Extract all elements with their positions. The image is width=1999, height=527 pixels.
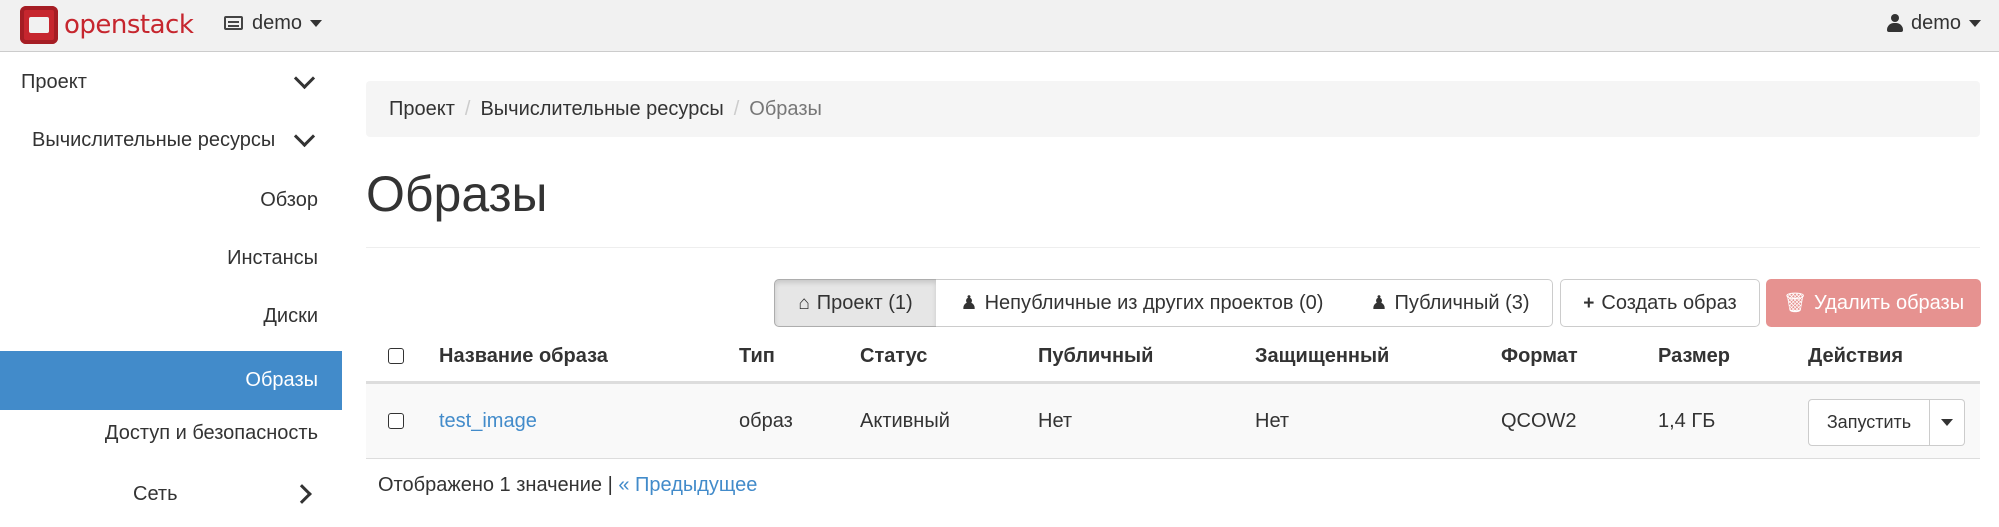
column-header-size[interactable]: Размер <box>1658 331 1730 381</box>
plus-icon: + <box>1583 292 1595 314</box>
sidebar-item-images[interactable]: Образы <box>0 351 342 410</box>
sidebar-item-volumes[interactable]: Диски <box>0 287 342 345</box>
user-icon <box>1886 14 1903 32</box>
project-selector[interactable]: demo <box>224 0 323 46</box>
filter-project-button[interactable]: ⌂ Проект (1) <box>774 279 937 327</box>
breadcrumb-compute[interactable]: Вычислительные ресурсы <box>480 98 723 121</box>
column-header-status[interactable]: Статус <box>860 331 927 381</box>
sidebar-item-overview[interactable]: Обзор <box>0 171 342 229</box>
sidebar-item-network[interactable]: Сеть <box>0 465 342 523</box>
openstack-logo[interactable]: openstack <box>20 4 194 46</box>
user-menu[interactable]: demo <box>1886 0 1981 46</box>
filter-public-button[interactable]: ♟ Публичный (3) <box>1348 279 1553 327</box>
breadcrumb-project[interactable]: Проект <box>389 98 455 121</box>
home-icon: ⌂ <box>798 292 810 314</box>
column-header-format[interactable]: Формат <box>1501 331 1578 381</box>
chevron-down-icon <box>310 19 323 27</box>
user-name: demo <box>1910 11 1961 34</box>
filter-project-label: Проект (1) <box>816 291 913 314</box>
image-format: QCOW2 <box>1501 409 1577 432</box>
row-actions: Запустить <box>1808 399 1965 446</box>
chevron-down-icon <box>1941 419 1953 426</box>
breadcrumb-current: Образы <box>749 97 822 120</box>
image-protected: Нет <box>1255 409 1290 432</box>
image-type: образ <box>739 409 793 432</box>
image-size: 1,4 ГБ <box>1658 409 1716 432</box>
sidebar-item-label: Обзор <box>260 188 318 211</box>
sidebar-item-label: Вычислительные ресурсы <box>32 128 276 151</box>
row-checkbox[interactable] <box>388 384 404 458</box>
table-row: test_image образ Активный Нет Нет QCOW2 … <box>366 384 1980 459</box>
divider <box>366 247 1980 248</box>
table-header: Название образа Тип Статус Публичный Защ… <box>366 331 1980 384</box>
project-name: demo <box>252 11 303 34</box>
sidebar: Проект Вычислительные ресурсы Обзор Инст… <box>0 53 342 527</box>
breadcrumb: Проект / Вычислительные ресурсы / Образы <box>366 81 1980 137</box>
users-icon: ♟ <box>1370 292 1388 314</box>
chevron-down-icon <box>1969 19 1981 27</box>
breadcrumb-separator: / <box>464 97 471 120</box>
prev-page-link[interactable]: « Предыдущее <box>618 474 757 496</box>
sidebar-item-label: Диски <box>263 304 318 327</box>
create-image-label: Создать образ <box>1601 291 1737 314</box>
sidebar-item-label: Проект <box>21 70 87 93</box>
sidebar-item-label: Сеть <box>133 482 178 505</box>
trash-icon: 🗑 <box>1782 292 1808 314</box>
filter-shared-label: Непубличные из других проектов (0) <box>984 291 1324 314</box>
image-public: Нет <box>1038 409 1073 432</box>
users-icon: ♟ <box>960 292 978 314</box>
table-footer: Отображено 1 значение | « Предыдущее <box>378 474 757 497</box>
chevron-down-icon <box>293 67 316 90</box>
image-name-link[interactable]: test_image <box>439 384 537 458</box>
sidebar-item-label: Доступ и безопасность <box>104 421 318 444</box>
column-header-name[interactable]: Название образа <box>439 331 608 381</box>
delete-images-label: Удалить образы <box>1814 291 1965 314</box>
launch-button[interactable]: Запустить <box>1808 399 1930 446</box>
column-header-public[interactable]: Публичный <box>1038 331 1153 381</box>
logo-text: openstack <box>64 10 194 40</box>
page-title: Образы <box>366 166 548 222</box>
row-actions-dropdown[interactable] <box>1930 399 1965 446</box>
top-navbar: openstack demo demo <box>0 0 1999 52</box>
openstack-logo-icon <box>20 6 58 44</box>
chevron-down-icon <box>293 125 316 148</box>
footer-separator: | <box>607 474 613 496</box>
filter-public-label: Публичный (3) <box>1394 291 1530 314</box>
delete-images-button[interactable]: 🗑 Удалить образы <box>1766 279 1981 327</box>
column-header-actions: Действия <box>1808 344 1904 367</box>
sidebar-item-access-security[interactable]: Доступ и безопасность <box>0 404 342 462</box>
breadcrumb-separator: / <box>733 97 740 120</box>
image-status: Активный <box>860 409 950 432</box>
chevron-right-icon <box>292 484 312 504</box>
item-count: Отображено 1 значение <box>378 474 603 496</box>
sidebar-item-compute[interactable]: Вычислительные ресурсы <box>0 111 342 169</box>
filter-shared-button[interactable]: ♟ Непубличные из других проектов (0) <box>936 279 1349 327</box>
sidebar-item-project[interactable]: Проект <box>0 53 342 111</box>
sidebar-item-instances[interactable]: Инстансы <box>0 229 342 287</box>
sidebar-item-label: Образы <box>245 369 318 391</box>
project-card-icon <box>224 16 243 30</box>
create-image-button[interactable]: + Создать образ <box>1560 279 1760 327</box>
select-all-checkbox[interactable] <box>388 331 404 381</box>
sidebar-item-label: Инстансы <box>227 246 318 269</box>
column-header-protected[interactable]: Защищенный <box>1255 331 1389 381</box>
column-header-type[interactable]: Тип <box>739 331 775 381</box>
